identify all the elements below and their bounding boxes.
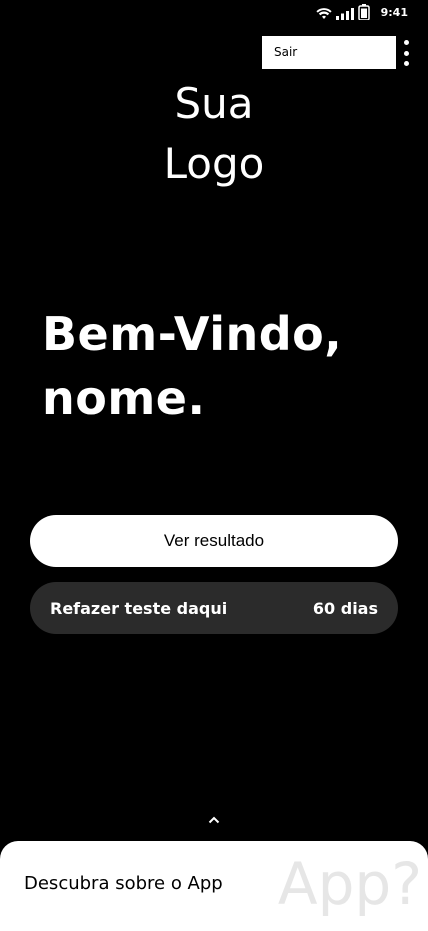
bottom-sheet[interactable]: Descubra sobre o App App? (0, 841, 428, 931)
logout-menu-item[interactable]: Sair (262, 36, 396, 69)
status-time: 9:41 (380, 6, 408, 19)
signal-icon (336, 5, 354, 24)
retake-label: Refazer teste daqui (50, 598, 228, 618)
view-result-button[interactable]: Ver resultado (30, 515, 398, 567)
status-bar: 9:41 (0, 0, 428, 28)
wifi-icon (316, 5, 332, 24)
welcome-line-1: Bem-Vindo, (42, 307, 343, 361)
logo-line-1: Sua (174, 79, 254, 128)
app-watermark: App? (277, 850, 422, 918)
app-logo: Sua Logo (0, 74, 428, 194)
retake-test-button[interactable]: Refazer teste daqui 60 dias (30, 582, 398, 634)
logo-line-2: Logo (163, 139, 265, 188)
retake-days: 60 dias (312, 598, 378, 618)
welcome-heading: Bem-Vindo, nome. (42, 302, 342, 430)
welcome-line-2: nome. (42, 371, 206, 425)
bottom-sheet-label: Descubra sobre o App (24, 873, 223, 894)
battery-icon (358, 4, 370, 24)
chevron-up-icon[interactable] (0, 812, 428, 828)
more-vertical-icon[interactable] (400, 40, 412, 66)
status-icons (316, 4, 370, 24)
